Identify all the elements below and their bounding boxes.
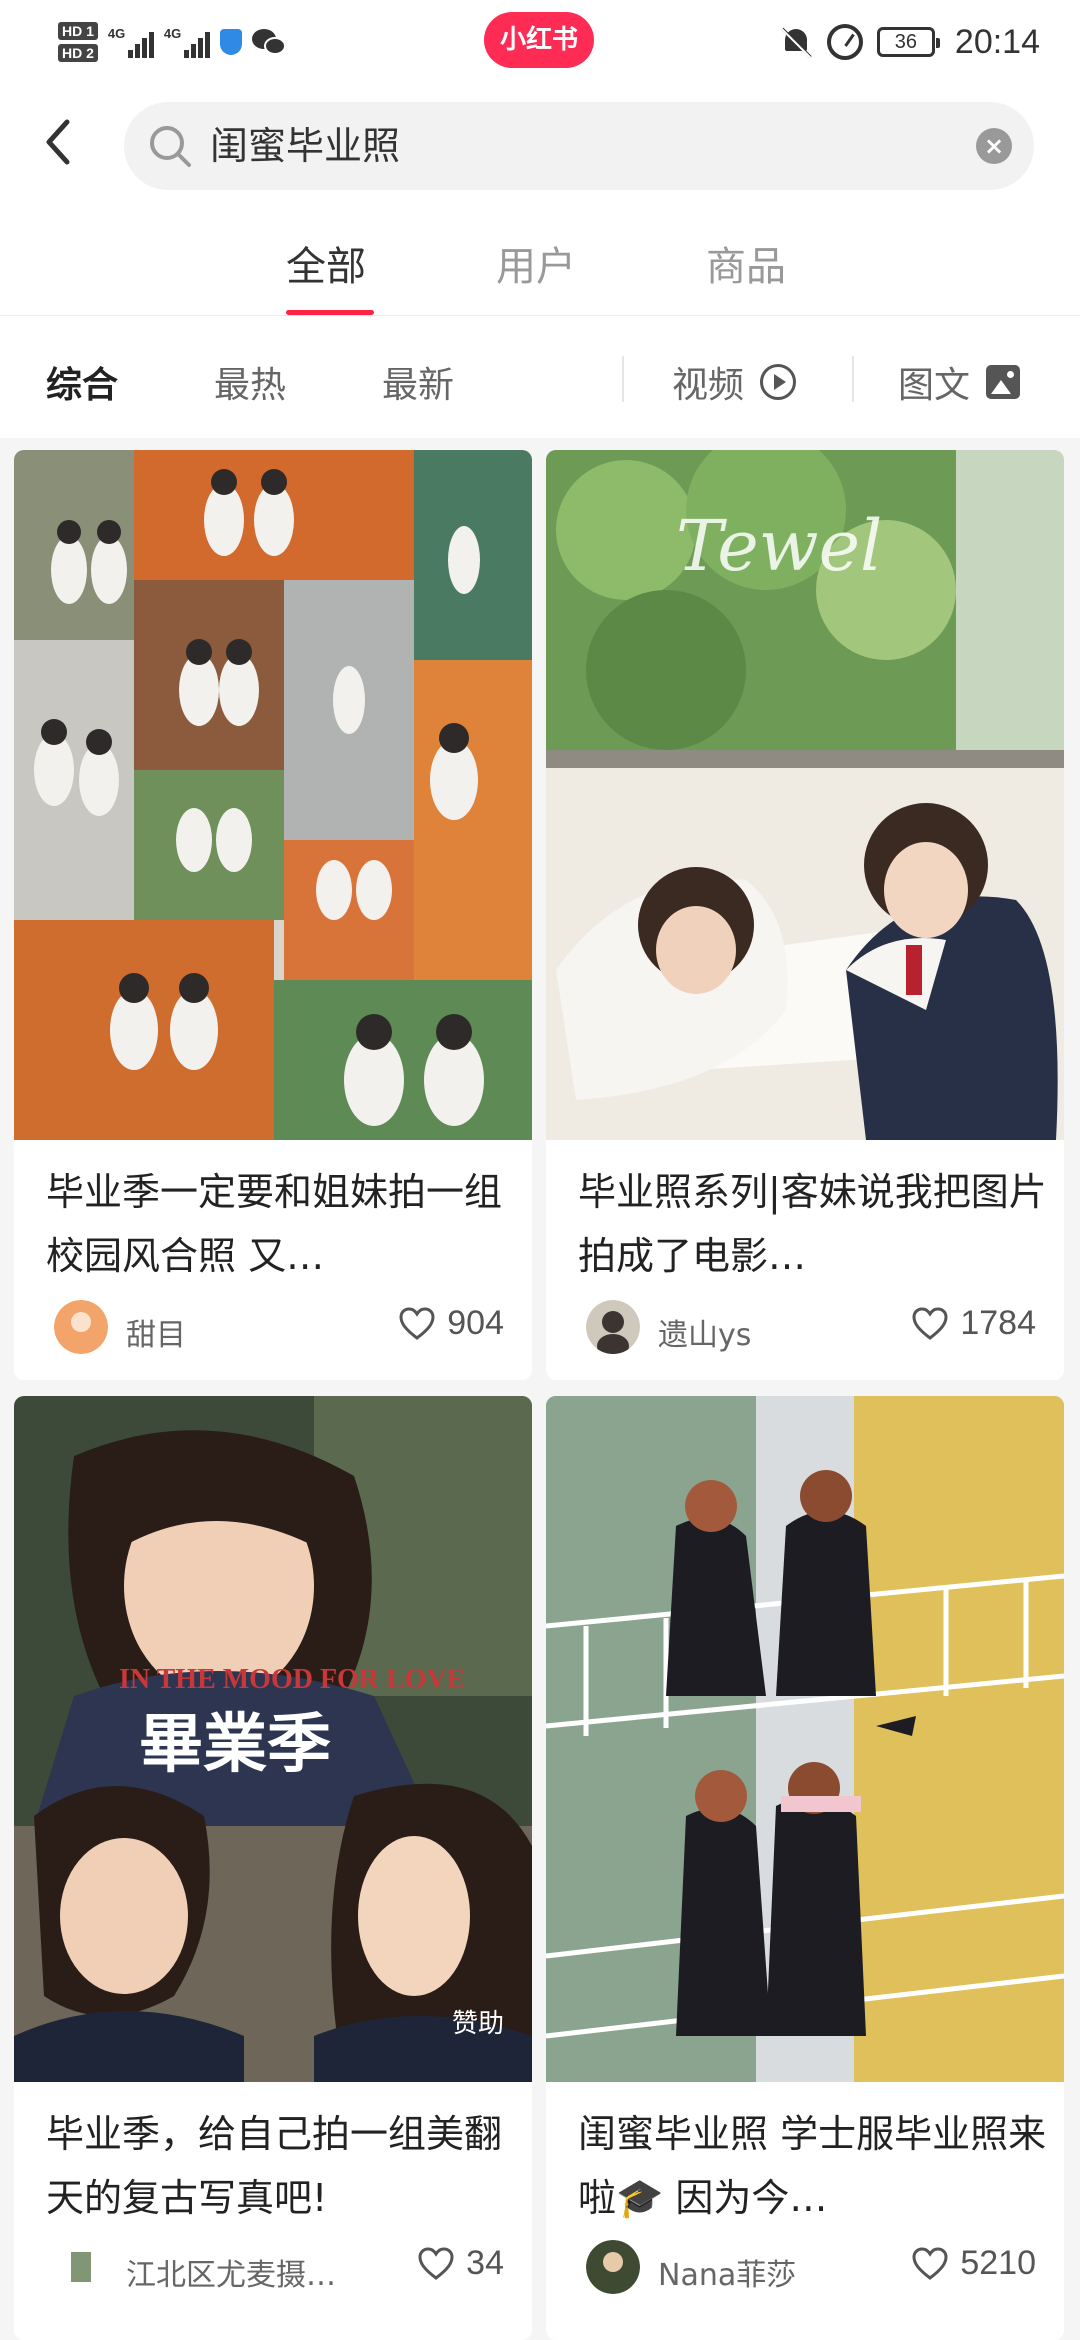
like-button[interactable]: 1784 [912, 1304, 1036, 1343]
filter-video-label: 视频 [672, 365, 745, 406]
svg-text:Tewel: Tewel [676, 505, 882, 587]
tab-users[interactable]: 用户 [496, 234, 576, 292]
note-cover-image [546, 1396, 1064, 2082]
like-button[interactable]: 34 [418, 2244, 504, 2283]
search-box[interactable]: × [124, 102, 1034, 190]
filter-image-text-label: 图文 [898, 365, 971, 406]
search-input[interactable] [210, 102, 910, 190]
like-count: 1784 [960, 1304, 1036, 1342]
tab-all[interactable]: 全部 [286, 234, 366, 292]
author-name[interactable]: Nana菲莎 [658, 2250, 848, 2294]
note-card[interactable]: 闺蜜毕业照 学士服毕业照来啦🎓 因为今… Nana菲莎 5210 [546, 1396, 1064, 2340]
classroom-photo-image: Tewel [546, 450, 1064, 1140]
like-button[interactable]: 5210 [912, 2244, 1036, 2283]
note-cover-image: IN THE MOOD FOR LOVE 畢業季 赞助 [14, 1396, 532, 2082]
like-button[interactable]: 904 [399, 1304, 504, 1343]
like-count: 34 [466, 2244, 504, 2282]
note-title: 毕业照系列|客妹说我把图片拍成了电影… [578, 1170, 1047, 1278]
signal-icon: 4G [164, 26, 210, 58]
result-tabs: 全部 用户 商品 [0, 204, 1080, 316]
filter-hottest[interactable]: 最热 [214, 356, 286, 408]
author-name[interactable]: 江北区尤麦摄… [126, 2250, 356, 2294]
clear-icon[interactable]: × [976, 128, 1012, 164]
like-count: 904 [447, 1304, 504, 1342]
back-button[interactable] [30, 114, 86, 170]
signal-icon: 4G [108, 26, 154, 58]
play-icon [760, 364, 797, 400]
author-name[interactable]: 甜目 [126, 1310, 316, 1354]
status-bar: HD 1 HD 2 4G 4G 小红书 36 20:14 [0, 0, 1080, 84]
avatar [54, 2240, 108, 2294]
note-card[interactable]: 毕业季一定要和姐妹拍一组校园风合照 又… 甜目 904 [14, 450, 532, 1380]
photo-collage-image [14, 450, 532, 1140]
filter-image-text[interactable]: 图文 [898, 356, 1021, 408]
speedometer-icon [826, 24, 863, 60]
status-right: 36 20:14 [779, 12, 1040, 72]
network-type-1: 4G [107, 26, 126, 41]
network-type-2: 4G [163, 26, 182, 41]
heart-icon [912, 2246, 948, 2280]
wechat-icon [251, 27, 288, 57]
heart-icon [399, 1306, 435, 1340]
svg-text:畢業季: 畢業季 [139, 1707, 331, 1782]
note-title: 毕业季，给自己拍一组美翻天的复古写真吧! [46, 2112, 503, 2220]
hd2-badge: HD 2 [58, 44, 98, 62]
magnifier-icon [150, 126, 191, 167]
like-count: 5210 [960, 2244, 1036, 2282]
sponsor-tag: 赞助 [451, 2009, 504, 2039]
graduation-gown-image [546, 1396, 1064, 2082]
filter-comprehensive[interactable]: 综合 [46, 356, 118, 408]
avatar [586, 2240, 640, 2294]
note-card[interactable]: IN THE MOOD FOR LOVE 畢業季 赞助 毕业季，给自己拍一组美翻… [14, 1396, 532, 2340]
filter-divider [852, 356, 854, 402]
back-arrow-icon [46, 119, 70, 165]
status-time: 20:14 [954, 22, 1040, 61]
hd-indicators: HD 1 HD 2 [58, 22, 98, 62]
tab-active-indicator [286, 310, 374, 315]
note-cover-image: Tewel [546, 450, 1064, 1140]
svg-text:IN THE MOOD FOR LOVE: IN THE MOOD FOR LOVE [119, 1664, 465, 1695]
hd1-badge: HD 1 [58, 22, 98, 40]
author-name[interactable]: 遗山ys [658, 1310, 848, 1354]
status-left: HD 1 HD 2 4G 4G [58, 12, 288, 72]
note-title: 闺蜜毕业照 学士服毕业照来啦🎓 因为今… [578, 2112, 1047, 2220]
avatar [54, 1300, 108, 1354]
filter-divider [622, 356, 624, 402]
shield-icon [219, 29, 242, 55]
filter-video[interactable]: 视频 [672, 356, 797, 408]
avatar [586, 1300, 640, 1354]
battery-icon: 36 [876, 27, 940, 57]
search-header: × [0, 84, 1080, 204]
heart-icon [912, 1306, 948, 1340]
image-icon [986, 365, 1021, 399]
tab-goods[interactable]: 商品 [706, 234, 786, 292]
heart-icon [418, 2246, 454, 2280]
filter-bar: 综合 最热 最新 视频 图文 [0, 316, 1080, 438]
filter-newest[interactable]: 最新 [382, 356, 454, 408]
retro-portrait-image: IN THE MOOD FOR LOVE 畢業季 [14, 1396, 532, 2082]
app-badge: 小红书 [484, 12, 594, 68]
note-title: 毕业季一定要和姐妹拍一组校园风合照 又… [46, 1170, 503, 1278]
bell-muted-icon [779, 25, 813, 59]
note-card[interactable]: Tewel 毕业照系列|客妹说我把图片拍成了电影… 遗山ys 1784 [546, 450, 1064, 1380]
note-cover-image [14, 450, 532, 1140]
